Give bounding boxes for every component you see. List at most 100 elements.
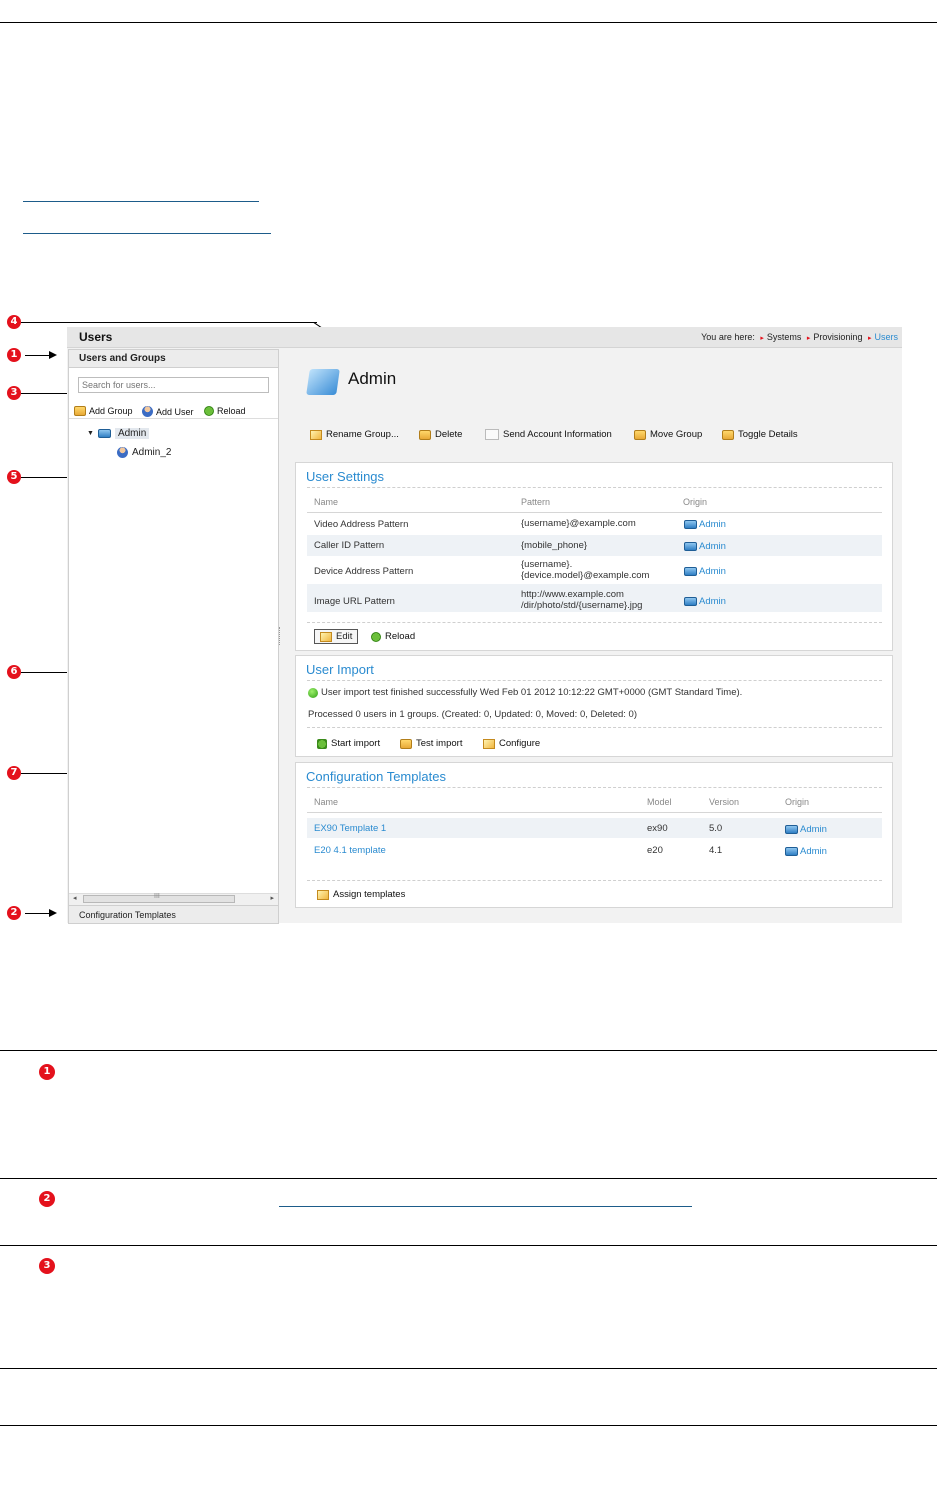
assign-icon bbox=[317, 889, 329, 900]
configuration-templates-tab[interactable]: Configuration Templates bbox=[69, 905, 278, 923]
reload-icon bbox=[204, 406, 214, 416]
scroll-right-icon[interactable]: ▸ bbox=[270, 894, 274, 902]
col-header-origin: Origin bbox=[785, 797, 810, 807]
move-group-label: Move Group bbox=[650, 429, 703, 440]
setting-origin-label: Admin bbox=[699, 519, 726, 530]
assign-templates-button[interactable]: Assign templates bbox=[317, 889, 405, 900]
send-account-info-button[interactable]: Send Account Information bbox=[485, 429, 612, 440]
template-model: ex90 bbox=[647, 823, 668, 834]
add-group-button[interactable]: Add Group bbox=[74, 406, 133, 416]
edit-button[interactable]: Edit bbox=[314, 629, 359, 644]
page-title: Users bbox=[79, 330, 113, 344]
link-underline-2[interactable] bbox=[23, 233, 271, 234]
template-origin-link[interactable]: Admin bbox=[785, 824, 827, 835]
rename-icon bbox=[310, 429, 322, 440]
col-header-pattern: Pattern bbox=[521, 497, 551, 507]
reload-icon bbox=[371, 631, 381, 642]
setting-pattern-line-1: {username}. bbox=[521, 559, 573, 570]
setting-pattern-line-1: http://www.example.com bbox=[521, 589, 624, 600]
template-name-link[interactable]: E20 4.1 template bbox=[314, 845, 386, 856]
users-groups-header: Users and Groups bbox=[69, 350, 278, 368]
link-underline-3[interactable] bbox=[279, 1206, 692, 1207]
callout-7: 7 bbox=[7, 766, 21, 780]
import-summary: Processed 0 users in 1 groups. (Created:… bbox=[308, 709, 637, 720]
test-import-button[interactable]: Test import bbox=[400, 738, 462, 749]
callout-2-arrowhead bbox=[49, 909, 57, 917]
start-import-button[interactable]: Start import bbox=[317, 738, 380, 749]
setting-pattern: {username}@example.com bbox=[521, 518, 636, 529]
setting-pattern: {username}. {device.model}@example.com bbox=[521, 559, 649, 581]
setting-origin-link[interactable]: Admin bbox=[684, 566, 726, 577]
breadcrumb-users[interactable]: Users bbox=[874, 332, 898, 342]
setting-origin-link[interactable]: Admin bbox=[684, 519, 726, 530]
page-header: Users You are here: ▸ Systems ▸ Provisioni… bbox=[67, 327, 902, 348]
reload-settings-label: Reload bbox=[385, 631, 416, 642]
horizontal-scrollbar[interactable]: ◂ III ▸ bbox=[69, 893, 278, 905]
setting-name: Image URL Pattern bbox=[314, 596, 395, 607]
configure-button[interactable]: Configure bbox=[483, 738, 540, 749]
add-group-label: Add Group bbox=[89, 406, 133, 416]
users-page-screenshot: Users You are here: ▸ Systems ▸ Provisioni… bbox=[67, 327, 902, 924]
folder-add-icon bbox=[74, 406, 86, 416]
table-rule-1 bbox=[0, 1050, 937, 1051]
mail-icon bbox=[485, 429, 499, 440]
toggle-details-label: Toggle Details bbox=[738, 429, 798, 440]
col-header-name: Name bbox=[314, 497, 339, 507]
template-origin-link[interactable]: Admin bbox=[785, 846, 827, 857]
template-name-link[interactable]: EX90 Template 1 bbox=[314, 823, 386, 834]
panel-splitter[interactable] bbox=[279, 627, 282, 645]
callout-4: 4 bbox=[7, 315, 21, 329]
col-header-origin: Origin bbox=[683, 497, 708, 507]
template-origin-label: Admin bbox=[800, 824, 827, 835]
configure-label: Configure bbox=[499, 738, 541, 749]
tree-node-admin[interactable]: ▼ Admin bbox=[87, 428, 150, 439]
scrollbar-grip: III bbox=[154, 893, 160, 900]
start-import-label: Start import bbox=[331, 738, 381, 749]
breadcrumb-systems[interactable]: Systems bbox=[767, 332, 802, 342]
header-divider bbox=[307, 812, 882, 813]
user-icon bbox=[117, 447, 128, 458]
setting-origin-link[interactable]: Admin bbox=[684, 541, 726, 552]
user-add-icon bbox=[142, 406, 153, 417]
table-rule-2 bbox=[0, 1178, 937, 1179]
origin-folder-icon bbox=[684, 597, 697, 606]
tree-node-admin-2[interactable]: Admin_2 bbox=[117, 447, 171, 458]
header-divider bbox=[307, 512, 882, 513]
group-folder-icon bbox=[306, 369, 340, 395]
move-group-button[interactable]: Move Group bbox=[634, 429, 702, 440]
scroll-left-icon[interactable]: ◂ bbox=[73, 894, 77, 902]
toggle-details-button[interactable]: Toggle Details bbox=[722, 429, 798, 440]
setting-origin-link[interactable]: Admin bbox=[684, 596, 726, 607]
callout-4-line bbox=[21, 322, 317, 323]
setting-origin-label: Admin bbox=[699, 541, 726, 552]
setting-pattern: http://www.example.com/dir/photo/std/{us… bbox=[521, 589, 642, 611]
test-import-icon bbox=[400, 738, 412, 749]
callout-3: 3 bbox=[7, 386, 21, 400]
add-user-button[interactable]: Add User bbox=[142, 406, 194, 417]
section-divider bbox=[307, 680, 882, 681]
top-rule bbox=[0, 22, 937, 23]
link-underline-1[interactable] bbox=[23, 201, 259, 202]
delete-folder-icon bbox=[419, 429, 431, 440]
reload-tree-button[interactable]: Reload bbox=[204, 406, 246, 416]
tree-expand-icon[interactable]: ▼ bbox=[87, 430, 94, 437]
send-account-label: Send Account Information bbox=[503, 429, 612, 440]
origin-folder-icon bbox=[684, 520, 697, 529]
section-divider bbox=[307, 880, 882, 881]
section-divider bbox=[307, 487, 882, 488]
setting-origin-label: Admin bbox=[699, 596, 726, 607]
configuration-templates-section: Configuration Templates Name Model Versi… bbox=[295, 762, 893, 908]
search-users-input[interactable] bbox=[78, 377, 269, 393]
row-callout-2: 2 bbox=[39, 1191, 55, 1207]
breadcrumb-provisioning[interactable]: Provisioning bbox=[813, 332, 862, 342]
scrollbar-thumb[interactable]: III bbox=[83, 893, 235, 903]
breadcrumb-separator-icon: ▸ bbox=[760, 335, 764, 342]
start-import-icon bbox=[317, 738, 327, 749]
rename-group-button[interactable]: Rename Group... bbox=[310, 429, 399, 440]
import-status: User import test finished successfully W… bbox=[308, 687, 742, 698]
section-divider bbox=[307, 727, 882, 728]
toggle-details-icon bbox=[722, 429, 734, 440]
delete-button[interactable]: Delete bbox=[419, 429, 462, 440]
col-header-name: Name bbox=[314, 797, 339, 807]
reload-settings-button[interactable]: Reload bbox=[371, 631, 415, 642]
